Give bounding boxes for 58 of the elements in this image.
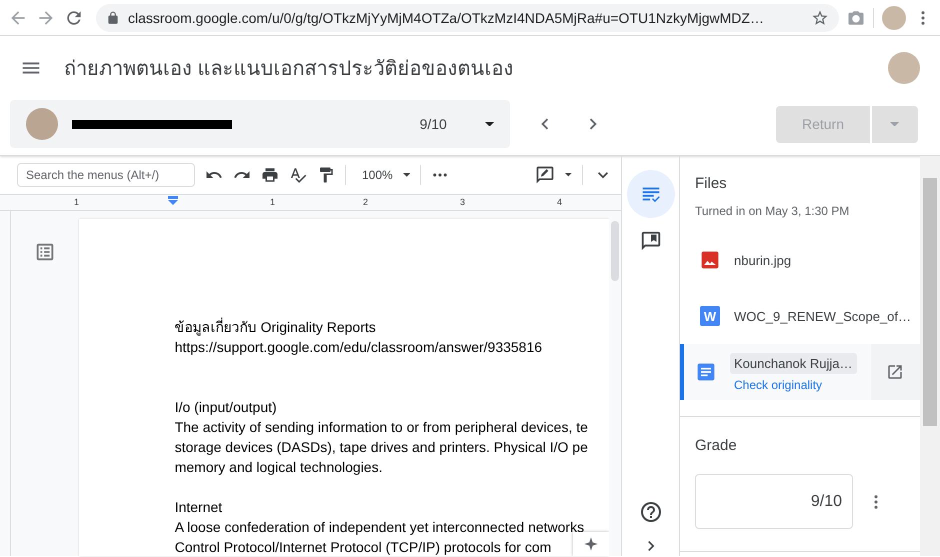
document-text: ข้อมูลเกี่ยวกับ Originality Reports (174, 317, 376, 337)
document-text: A loose confederation of independent yet interconnected networks (174, 518, 584, 537)
document-page[interactable] (78, 219, 610, 556)
open-external-icon (886, 363, 904, 381)
grade-field[interactable]: 9/10 (695, 474, 853, 529)
student-selector[interactable]: 9/10 (10, 100, 510, 148)
file-item[interactable]: Kounchanok Rujja… Check originality (680, 344, 920, 400)
document-text: storage devices (DASDs), tape drives and printers. Physical I/O pe (174, 438, 588, 457)
document-file-icon (696, 362, 716, 382)
files-tab[interactable] (626, 170, 674, 218)
star-icon[interactable] (811, 8, 829, 26)
caret-icon[interactable] (565, 173, 572, 177)
document-text: Internet (174, 498, 222, 517)
image-file-icon (700, 250, 720, 270)
files-heading: Files (694, 174, 728, 192)
file-item[interactable]: W WOC_9_RENEW_Scope_of… (680, 288, 920, 344)
student-grade: 9/10 (420, 116, 447, 132)
ruler-number: 1 (270, 197, 276, 207)
camera-icon[interactable] (847, 8, 865, 26)
document-text: The activity of sending information to or from peripheral devices, te (174, 418, 588, 437)
grade-heading: Grade (694, 436, 738, 454)
file-name: nburin.jpg (734, 252, 792, 268)
word-file-icon: W (700, 306, 720, 326)
explore-button[interactable] (573, 532, 610, 556)
caret-icon[interactable] (402, 173, 410, 177)
open-button[interactable] (870, 344, 920, 400)
sparkle-icon (583, 536, 600, 552)
document-text: https://support.google.com/edu/classroom/answer/9335816 (174, 338, 542, 357)
ruler-number: 3 (460, 197, 466, 207)
file-item[interactable]: nburin.jpg (680, 232, 920, 288)
lock-icon (106, 10, 120, 24)
caret-icon (890, 122, 900, 126)
document-text: memory and logical technologies. (174, 458, 382, 477)
document-text: Control Protocol/Internet Protocol (TCP/IP) protocols for com (174, 538, 552, 556)
file-name: WOC_9_RENEW_Scope_of… (734, 308, 912, 324)
menu-search-field[interactable]: Search the menus (Alt+/) (17, 163, 195, 187)
address-bar[interactable]: classroom.google.com/u/0/g/tg/OTkzMjYyMjM4OTZa/OTkzMzI4NDA5MjRa#u=OTU1NzkyMjgwMDZ… (96, 4, 839, 32)
indent-marker-icon[interactable] (168, 196, 178, 205)
print-icon[interactable] (261, 166, 279, 184)
ruler[interactable]: 1 1 2 3 4 (0, 194, 621, 211)
help-icon[interactable] (638, 500, 662, 524)
document-text: I/o (input/output) (174, 398, 277, 417)
paint-format-icon[interactable] (317, 166, 335, 184)
url-text: classroom.google.com/u/0/g/tg/OTkzMjYyMjM4OTZa/OTkzMzI4NDA5MjRa#u=OTU1NzkyMjgwMDZ… (128, 10, 765, 26)
check-originality-link[interactable]: Check originality (730, 378, 857, 392)
comment-icon[interactable] (640, 230, 662, 252)
turned-in-time: Turned in on May 3, 1:30 PM (694, 203, 850, 220)
scrollbar[interactable] (920, 156, 940, 556)
ruler-number: 4 (557, 197, 562, 207)
assignment-title: ถ่ายภาพตนเอง และแนบเอกสารประวัติย่อของตนเอง (64, 57, 515, 82)
edit-mode-icon[interactable] (535, 165, 556, 185)
caret-icon[interactable] (484, 122, 494, 126)
zoom-selector[interactable]: 100% (362, 168, 393, 182)
ruler-number: 2 (363, 197, 368, 207)
file-name: Kounchanok Rujja… (730, 352, 857, 374)
spellcheck-icon[interactable] (289, 166, 307, 184)
student-avatar (26, 108, 58, 140)
ruler-number: 1 (74, 197, 80, 207)
